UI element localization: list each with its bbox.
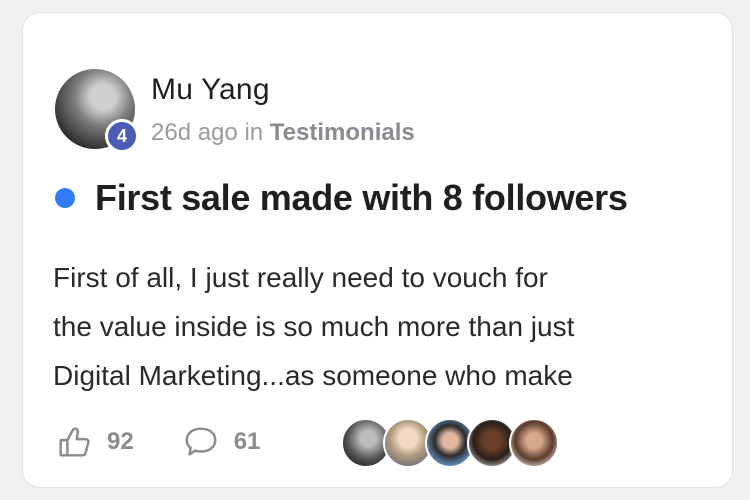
post-time: 26d ago bbox=[151, 119, 238, 146]
post-body-line: First of all, I just really need to vouc… bbox=[53, 262, 548, 293]
post-actions: 92 61 bbox=[55, 423, 260, 461]
level-badge: 4 bbox=[105, 119, 139, 153]
meta-in-word: in bbox=[244, 119, 264, 146]
author-name[interactable]: Mu Yang bbox=[151, 73, 270, 107]
participants-avatars[interactable] bbox=[341, 418, 559, 468]
like-count: 92 bbox=[107, 428, 134, 455]
author-avatar-wrapper[interactable]: 4 bbox=[55, 69, 139, 153]
post-body-line: the value inside is so much more than ju… bbox=[53, 311, 575, 342]
comment-count: 61 bbox=[233, 428, 261, 455]
post-body[interactable]: First of all, I just really need to vouc… bbox=[53, 253, 653, 400]
post-body-line: Digital Marketing...as someone who make bbox=[53, 360, 573, 391]
post-category-link[interactable]: Testimonials bbox=[270, 119, 415, 146]
post-card[interactable]: 4 Mu Yang 26d ago in Testimonials First … bbox=[22, 12, 733, 488]
unread-dot-icon bbox=[55, 188, 75, 208]
like-icon[interactable] bbox=[55, 423, 93, 461]
comment-icon[interactable] bbox=[182, 423, 220, 461]
participant-avatar[interactable] bbox=[509, 418, 559, 468]
post-title-row[interactable]: First sale made with 8 followers bbox=[55, 177, 628, 219]
post-title[interactable]: First sale made with 8 followers bbox=[95, 177, 628, 219]
post-meta: 26d ago in Testimonials bbox=[151, 119, 415, 147]
